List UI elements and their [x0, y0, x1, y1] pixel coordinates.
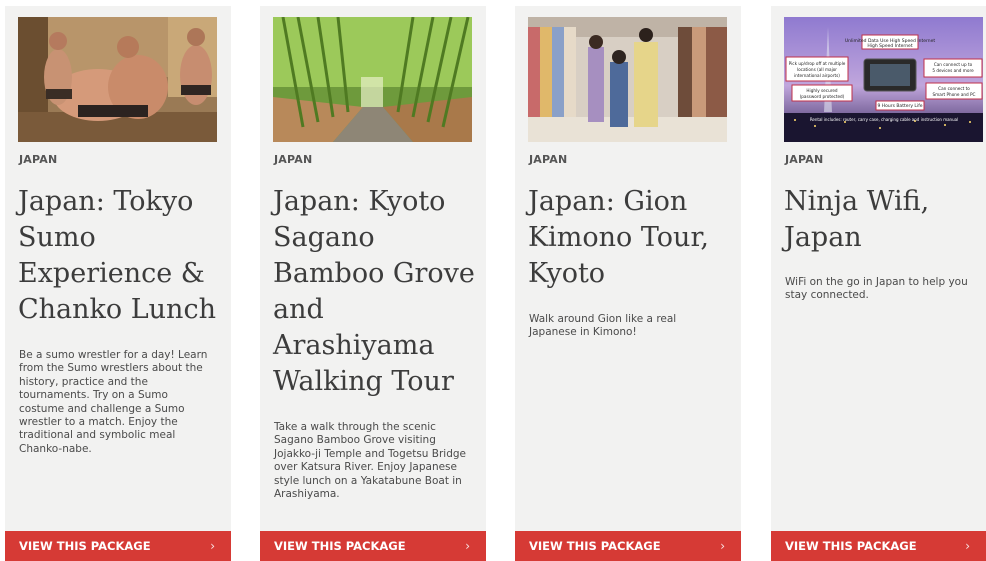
svg-text:Smart Phone and PC: Smart Phone and PC [933, 92, 976, 97]
package-title[interactable]: Ninja Wifi, Japan [784, 184, 986, 256]
svg-text:Can connect up to: Can connect up to [934, 62, 973, 67]
view-package-button[interactable]: VIEW THIS PACKAGE › [260, 531, 486, 561]
destination-tag: JAPAN [529, 153, 568, 166]
svg-text:5 devices and more: 5 devices and more [932, 68, 974, 73]
package-title[interactable]: Japan: Tokyo Sumo Experience & Chanko Lu… [18, 184, 223, 328]
svg-text:9 Hours Battery Life: 9 Hours Battery Life [877, 103, 922, 109]
view-package-label: VIEW THIS PACKAGE [529, 539, 661, 553]
chevron-right-icon: › [210, 539, 215, 553]
svg-text:Rental includes: router, carry: Rental includes: router, carry case, cha… [810, 117, 958, 122]
sumo-photo[interactable] [18, 17, 217, 142]
package-description: Be a sumo wrestler for a day! Learn from… [19, 349, 208, 455]
view-package-label: VIEW THIS PACKAGE [274, 539, 406, 553]
svg-text:High Speed Internet: High Speed Internet [867, 43, 912, 49]
svg-text:international airports): international airports) [794, 73, 840, 78]
package-card-sumo: JAPAN Japan: Tokyo Sumo Experience & Cha… [5, 6, 231, 561]
view-package-label: VIEW THIS PACKAGE [19, 539, 151, 553]
view-package-button[interactable]: VIEW THIS PACKAGE › [5, 531, 231, 561]
bamboo-grove-photo[interactable] [273, 17, 472, 142]
destination-tag: JAPAN [785, 153, 824, 166]
destination-tag: JAPAN [19, 153, 58, 166]
package-title[interactable]: Japan: Gion Kimono Tour, Kyoto [528, 184, 733, 292]
svg-text:Highly secured: Highly secured [806, 88, 838, 93]
view-package-label: VIEW THIS PACKAGE [785, 539, 917, 553]
package-card-bamboo: JAPAN Japan: Kyoto Sagano Bamboo Grove a… [260, 6, 486, 561]
svg-text:Pick up/drop off at multiple: Pick up/drop off at multiple [789, 61, 846, 66]
view-package-button[interactable]: VIEW THIS PACKAGE › [771, 531, 986, 561]
package-card-kimono: JAPAN Japan: Gion Kimono Tour, Kyoto Wal… [515, 6, 741, 561]
package-title[interactable]: Japan: Kyoto Sagano Bamboo Grove and Ara… [273, 184, 478, 400]
view-package-button[interactable]: VIEW THIS PACKAGE › [515, 531, 741, 561]
package-description: WiFi on the go in Japan to help you stay… [785, 276, 968, 302]
chevron-right-icon: › [965, 539, 970, 553]
svg-text:locations (all major: locations (all major [797, 67, 837, 72]
destination-tag: JAPAN [274, 153, 313, 166]
svg-text:(password protected): (password protected) [800, 94, 845, 99]
package-description: Walk around Gion like a real Japanese in… [529, 313, 677, 339]
package-description: Take a walk through the scenic Sagano Ba… [274, 421, 467, 501]
svg-text:Can connect to: Can connect to [938, 86, 970, 91]
chevron-right-icon: › [720, 539, 725, 553]
chevron-right-icon: › [465, 539, 470, 553]
wifi-router-infographic[interactable]: Unlimited Data Use High Speed Internet H… [784, 17, 983, 142]
kimono-shop-photo[interactable] [528, 17, 727, 142]
package-card-wifi: Unlimited Data Use High Speed Internet H… [771, 6, 986, 561]
